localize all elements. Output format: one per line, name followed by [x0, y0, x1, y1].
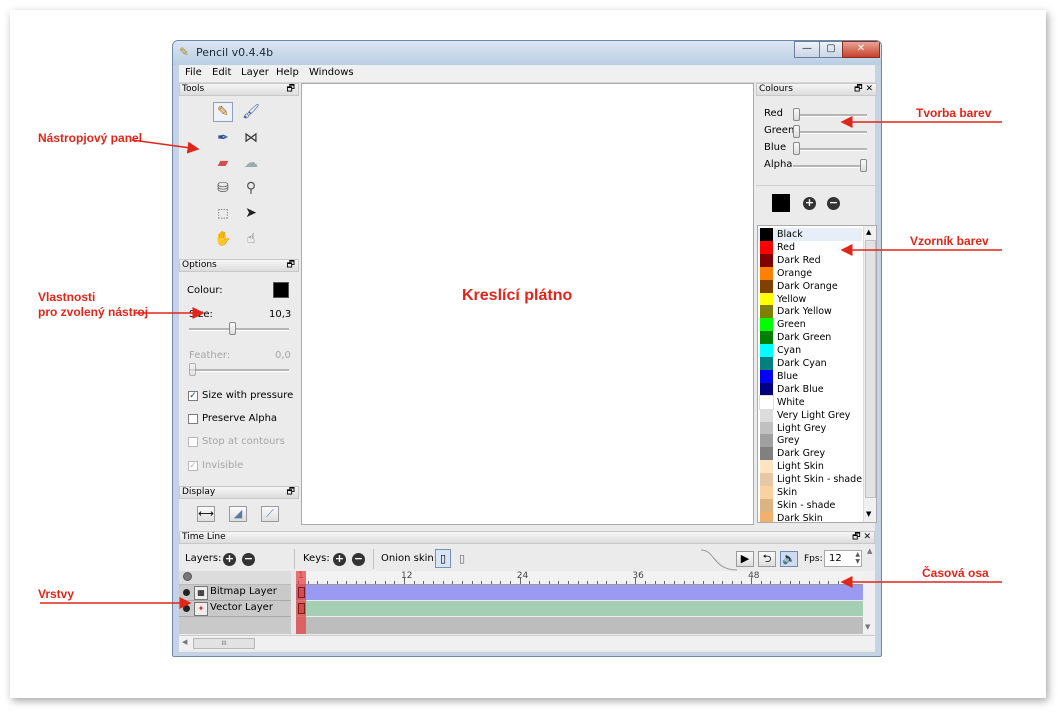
- arrow-tools: [131, 139, 200, 154]
- annotation-arrows: [40, 116, 1002, 609]
